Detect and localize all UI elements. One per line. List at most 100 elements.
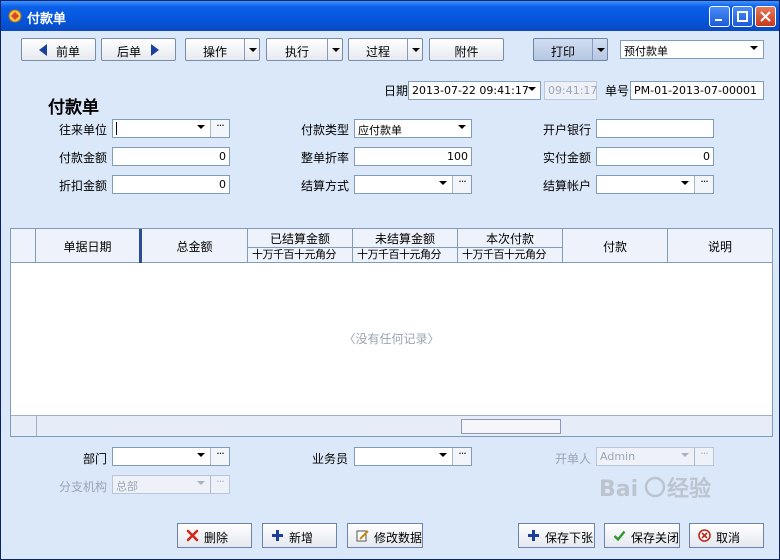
more-icon: ···	[210, 476, 229, 493]
doc-no-value: PM-01-2013-07-00001	[634, 84, 757, 97]
dept-field[interactable]: ···	[112, 447, 230, 466]
chevron-down-icon[interactable]	[592, 39, 607, 60]
print-template-value: 预付款单	[624, 45, 668, 58]
save-close-button[interactable]: 保存关闭	[604, 523, 680, 548]
actual-amount-field[interactable]: 0	[596, 147, 714, 166]
minimize-icon	[715, 19, 722, 21]
settle-account-field[interactable]: ···	[596, 175, 714, 194]
horizontal-scrollbar[interactable]	[461, 419, 561, 434]
column-header[interactable]: 未结算金额 十万千百十元角分	[353, 229, 458, 263]
records-grid[interactable]: 单据日期 总金额 已结算金额 十万千百十元角分 未结算金额 十万千百十元角分 本次付…	[10, 228, 773, 437]
discount-rate-label: 整单折率	[301, 151, 350, 165]
time-field: 09:41:17	[544, 81, 597, 100]
digit-units: 十万千百十元角分	[353, 247, 457, 262]
creator-value: Admin	[600, 450, 636, 463]
column-title: 已结算金额	[269, 232, 330, 246]
more-icon[interactable]: ···	[210, 448, 229, 465]
column-header[interactable]: 付款	[563, 229, 668, 263]
salesman-field[interactable]: ···	[354, 447, 472, 466]
partner-label: 往来单位	[59, 123, 108, 137]
partner-field[interactable]: ···	[112, 119, 230, 138]
pay-amount-field[interactable]: 0	[112, 147, 230, 166]
row-indicator-header	[11, 229, 36, 263]
save-next-button[interactable]: 保存下张	[518, 523, 595, 548]
watermark-logo: Bai 经验	[599, 476, 711, 502]
prev-button[interactable]: 前单	[21, 38, 96, 61]
creator-label: 开单人	[555, 452, 592, 466]
column-header[interactable]: 单据日期	[36, 229, 142, 263]
title-bar[interactable]: 付款单	[1, 1, 779, 31]
chevron-down-icon[interactable]	[528, 87, 536, 91]
discount-amount-label: 折扣金额	[59, 179, 108, 193]
empty-message: 〈没有任何记录〉	[343, 332, 440, 346]
close-button[interactable]	[755, 6, 776, 27]
chevron-down-icon[interactable]	[327, 39, 342, 60]
branch-label: 分支机构	[59, 480, 108, 494]
chevron-down-icon[interactable]	[244, 39, 259, 60]
chevron-down-icon[interactable]	[197, 453, 205, 457]
discount-amount-field[interactable]: 0	[112, 175, 230, 194]
next-button[interactable]: 后单	[101, 38, 176, 61]
digit-units: 十万千百十元角分	[248, 247, 352, 262]
date-field[interactable]: 2013-07-22 09:41:17	[408, 81, 541, 100]
column-title: 未结算金额	[374, 232, 435, 246]
execute-dropdown-button[interactable]: 执行	[266, 38, 343, 61]
settle-method-field[interactable]: ···	[354, 175, 472, 194]
branch-field: 总部 ···	[112, 475, 230, 494]
more-icon[interactable]: ···	[452, 448, 471, 465]
operate-label: 操作	[202, 45, 227, 59]
actual-amount-label: 实付金额	[543, 151, 592, 165]
more-icon[interactable]: ···	[694, 176, 713, 193]
cancel-button[interactable]: 取消	[689, 523, 764, 548]
plus-icon	[528, 530, 539, 541]
bank-field[interactable]	[596, 119, 714, 138]
attach-label: 附件	[454, 45, 479, 59]
app-icon	[8, 9, 22, 23]
column-title: 付款	[602, 240, 627, 254]
operate-dropdown-button[interactable]: 操作	[185, 38, 260, 61]
more-icon[interactable]: ···	[210, 120, 229, 137]
minimize-button[interactable]	[709, 6, 730, 27]
chevron-down-icon[interactable]	[407, 39, 422, 60]
arrow-right-icon	[151, 44, 159, 56]
column-header[interactable]: 已结算金额 十万千百十元角分	[248, 229, 353, 263]
print-dropdown-button[interactable]: 打印	[533, 38, 608, 61]
process-dropdown-button[interactable]: 过程	[348, 38, 423, 61]
maximize-button[interactable]	[732, 6, 753, 27]
arrow-left-icon	[39, 44, 47, 56]
doc-no-label: 单号	[605, 84, 630, 98]
time-value: 09:41:17	[548, 84, 598, 97]
column-title: 说明	[707, 240, 732, 254]
date-label: 日期	[384, 84, 409, 98]
add-button[interactable]: 新增	[262, 523, 337, 548]
save-close-label: 保存关闭	[631, 531, 680, 545]
discount-rate-field[interactable]: 100	[354, 147, 472, 166]
attach-button[interactable]: 附件	[429, 38, 504, 61]
column-header[interactable]: 总金额	[142, 229, 248, 263]
modify-button[interactable]: 修改数据	[347, 523, 423, 548]
pay-type-select[interactable]: 应付款单	[354, 119, 472, 138]
form-title: 付款单	[48, 98, 99, 118]
save-next-label: 保存下张	[545, 531, 594, 545]
chevron-down-icon[interactable]	[681, 181, 689, 185]
actual-amount-value: 0	[703, 150, 710, 163]
print-template-select[interactable]: 预付款单	[620, 40, 764, 59]
column-header[interactable]: 本次付款 十万千百十元角分	[458, 229, 563, 263]
edit-icon	[356, 530, 369, 542]
chevron-down-icon[interactable]	[439, 453, 447, 457]
more-icon[interactable]: ···	[452, 176, 471, 193]
grid-header: 单据日期 总金额 已结算金额 十万千百十元角分 未结算金额 十万千百十元角分 本次付…	[11, 229, 772, 263]
chevron-down-icon[interactable]	[458, 125, 466, 129]
chevron-down-icon[interactable]	[197, 125, 205, 129]
branch-value: 总部	[116, 480, 138, 493]
chevron-down-icon[interactable]	[439, 181, 447, 185]
chevron-down-icon[interactable]	[750, 46, 758, 50]
text-cursor	[116, 122, 117, 135]
column-header[interactable]: 说明	[668, 229, 772, 263]
discount-rate-value: 100	[447, 150, 468, 163]
cancel-icon	[698, 529, 711, 542]
next-label: 后单	[117, 45, 142, 59]
process-label: 过程	[365, 45, 390, 59]
delete-button[interactable]: 删除	[177, 523, 252, 548]
doc-no-field[interactable]: PM-01-2013-07-00001	[630, 81, 764, 100]
